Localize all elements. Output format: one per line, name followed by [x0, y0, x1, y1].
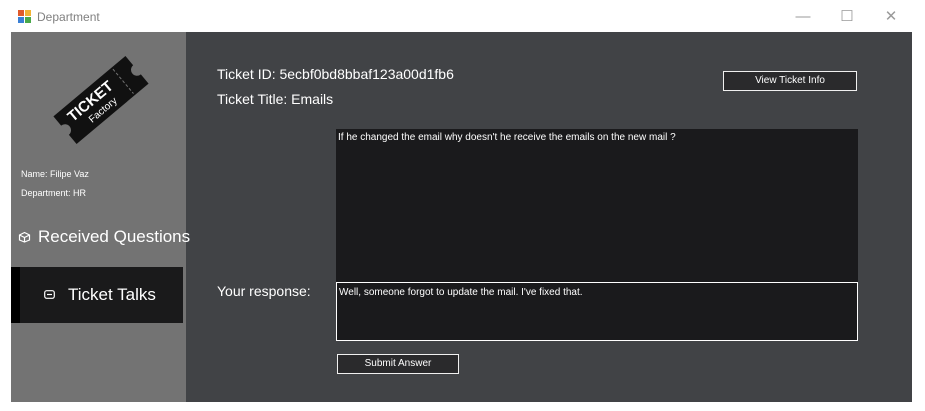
ticket-logo: TICKET Factory: [53, 56, 149, 144]
chat-icon: [44, 290, 55, 299]
response-textbox[interactable]: Well, someone forgot to update the mail.…: [336, 282, 858, 341]
minimize-button[interactable]: —: [781, 4, 825, 30]
sidebar: TICKET Factory Name: Filipe Vaz Departme…: [11, 32, 190, 402]
window-title: Department: [37, 10, 100, 24]
close-button[interactable]: ✕: [869, 4, 913, 30]
department-form: TICKET Factory Name: Filipe Vaz Departme…: [11, 32, 912, 402]
question-textbox[interactable]: If he changed the email why doesn't he r…: [336, 129, 858, 283]
view-ticket-info-button[interactable]: View Ticket Info: [723, 71, 857, 91]
title-bar: Department — ☐ ✕: [0, 0, 925, 32]
maximize-button[interactable]: ☐: [825, 4, 869, 30]
app-window-icon: [18, 10, 31, 23]
box-icon: [18, 231, 31, 243]
nav-ticket-talks[interactable]: Ticket Talks: [11, 267, 183, 323]
nav-received-label: Received Questions: [38, 227, 191, 246]
response-label: Your response:: [217, 283, 311, 299]
nav-received-questions[interactable]: Received Questions: [11, 219, 190, 255]
ticket-title: Ticket Title: Emails: [217, 91, 334, 107]
user-name: Name: Filipe Vaz: [21, 169, 89, 179]
nav-talks-label: Ticket Talks: [68, 285, 156, 304]
user-department: Department: HR: [21, 188, 87, 198]
submit-answer-button[interactable]: Submit Answer: [337, 354, 459, 374]
ticket-id: Ticket ID: 5ecbf0bd8bbaf123a00d1fb6: [217, 66, 454, 82]
active-indicator: [11, 267, 20, 323]
